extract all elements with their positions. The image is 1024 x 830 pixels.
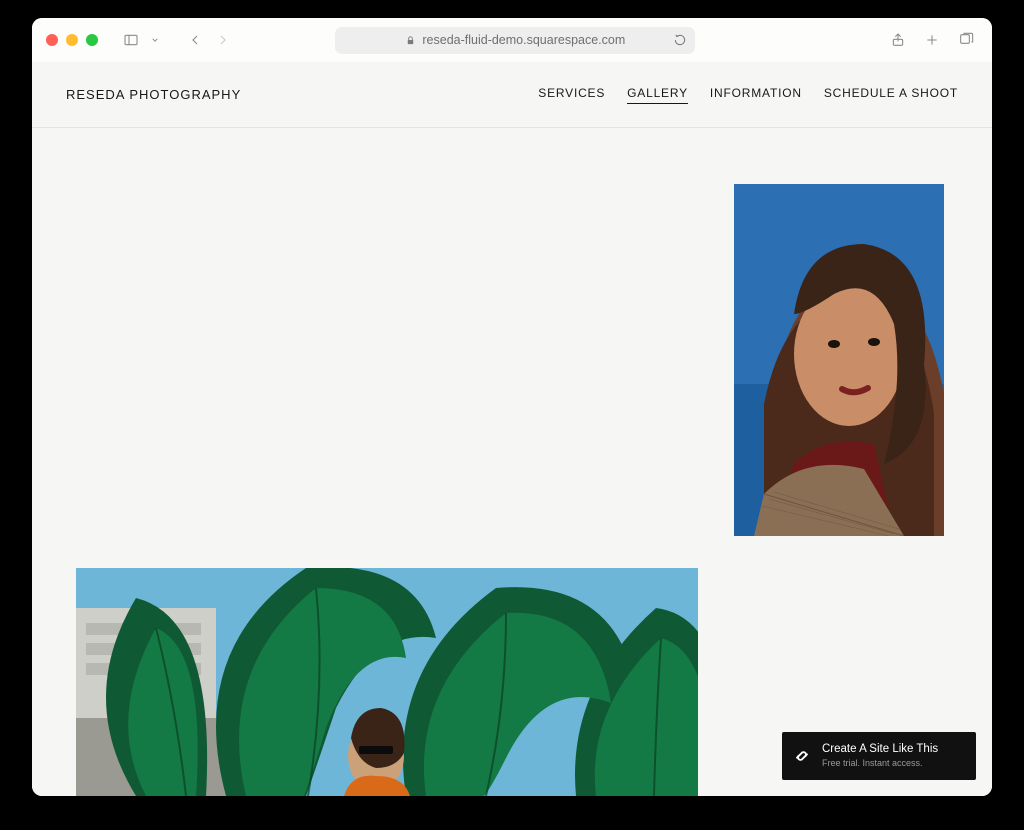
site-brand[interactable]: RESEDA PHOTOGRAPHY bbox=[66, 87, 241, 102]
page-content: RESEDA PHOTOGRAPHY SERVICES GALLERY INFO… bbox=[32, 62, 992, 796]
toolbar-right bbox=[886, 28, 978, 52]
nav-services[interactable]: SERVICES bbox=[538, 86, 605, 104]
tab-group-chevron-icon[interactable] bbox=[148, 28, 162, 52]
site-header: RESEDA PHOTOGRAPHY SERVICES GALLERY INFO… bbox=[32, 62, 992, 128]
squarespace-logo-icon bbox=[792, 746, 812, 766]
gallery-image-tropical[interactable] bbox=[76, 568, 698, 796]
minimize-window-button[interactable] bbox=[66, 34, 78, 46]
browser-window: reseda-fluid-demo.squarespace.com RESEDA… bbox=[32, 18, 992, 796]
promo-headline: Create A Site Like This bbox=[822, 743, 938, 757]
nav-information[interactable]: INFORMATION bbox=[710, 86, 802, 104]
nav-gallery[interactable]: GALLERY bbox=[627, 86, 688, 104]
url-text: reseda-fluid-demo.squarespace.com bbox=[422, 33, 625, 47]
gallery-image-portrait[interactable] bbox=[734, 184, 944, 536]
browser-toolbar: reseda-fluid-demo.squarespace.com bbox=[32, 18, 992, 62]
maximize-window-button[interactable] bbox=[86, 34, 98, 46]
promo-text: Create A Site Like This Free trial. Inst… bbox=[822, 743, 938, 769]
primary-nav: SERVICES GALLERY INFORMATION SCHEDULE A … bbox=[538, 86, 958, 104]
reload-icon[interactable] bbox=[673, 33, 687, 47]
squarespace-promo[interactable]: Create A Site Like This Free trial. Inst… bbox=[782, 732, 976, 780]
tab-overview-button[interactable] bbox=[954, 28, 978, 52]
back-button[interactable] bbox=[182, 28, 208, 52]
traffic-lights bbox=[46, 34, 98, 46]
lock-icon bbox=[405, 35, 416, 46]
nav-arrows bbox=[182, 28, 236, 52]
share-button[interactable] bbox=[886, 28, 910, 52]
nav-schedule[interactable]: SCHEDULE A SHOOT bbox=[824, 86, 958, 104]
new-tab-button[interactable] bbox=[920, 28, 944, 52]
sidebar-toggle-button[interactable] bbox=[118, 28, 144, 52]
gallery-area: Create A Site Like This Free trial. Inst… bbox=[32, 128, 992, 796]
promo-subline: Free trial. Instant access. bbox=[822, 758, 938, 769]
close-window-button[interactable] bbox=[46, 34, 58, 46]
forward-button[interactable] bbox=[210, 28, 236, 52]
address-bar[interactable]: reseda-fluid-demo.squarespace.com bbox=[335, 27, 695, 54]
